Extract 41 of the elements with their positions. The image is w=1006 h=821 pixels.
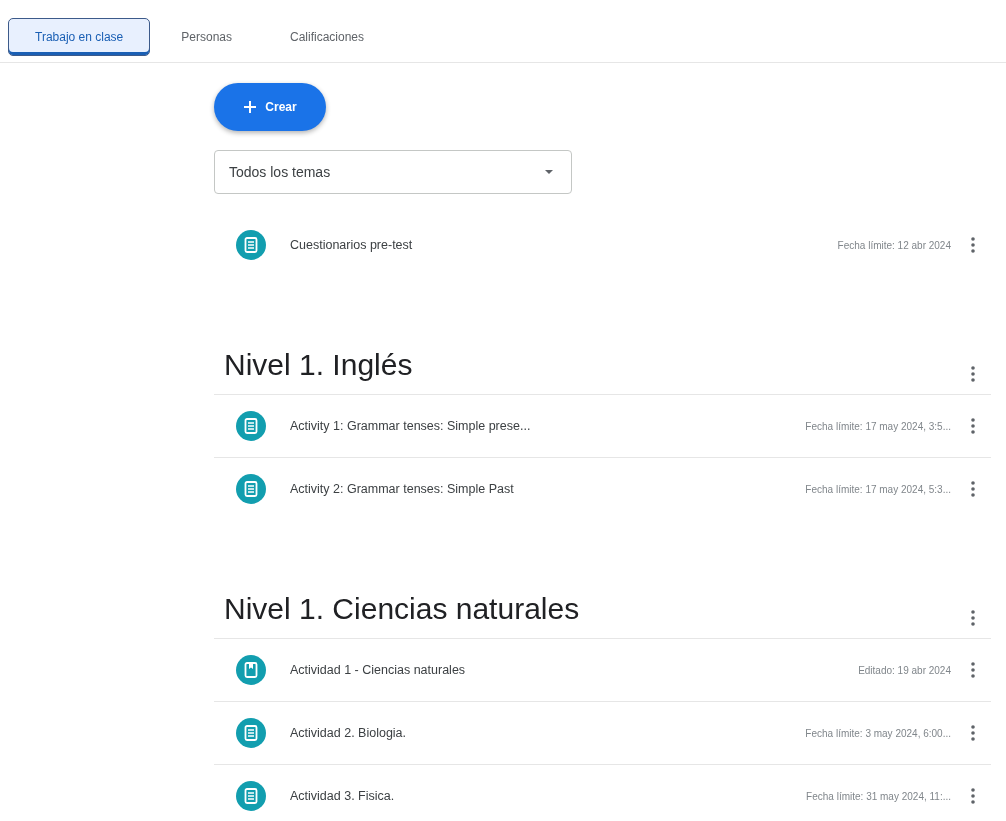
tab[interactable]: Calificaciones: [263, 18, 392, 56]
topic-dropdown[interactable]: Todos los temas: [214, 150, 572, 194]
classwork-item[interactable]: Activity 1: Grammar tenses: Simple prese... Fecha límite: 17 may 2024, 3:5...: [214, 394, 991, 457]
classwork-item[interactable]: Actividad 3. Fisica. Fecha límite: 31 may 2024, 11:...: [214, 764, 991, 821]
book-icon: [236, 655, 266, 685]
item-date: Fecha límite: 12 abr 2024: [837, 239, 951, 251]
classwork-item[interactable]: Actividad 2. Biologia. Fecha límite: 3 may 2024, 6:00...: [214, 701, 991, 764]
more-icon[interactable]: [971, 366, 975, 382]
item-title: Actividad 3. Fisica.: [290, 789, 396, 803]
more-icon[interactable]: [971, 237, 975, 253]
more-icon[interactable]: [971, 788, 975, 804]
item-date: Editado: 19 abr 2024: [858, 664, 951, 676]
more-icon[interactable]: [971, 481, 975, 497]
item-title: Activity 1: Grammar tenses: Simple prese...: [290, 419, 532, 433]
assignment-icon: [236, 230, 266, 260]
item-title: Actividad 2. Biologia.: [290, 726, 408, 740]
item-date: Fecha límite: 17 may 2024, 3:5...: [805, 420, 951, 432]
assignment-icon: [236, 411, 266, 441]
item-title: Activity 2: Grammar tenses: Simple Past: [290, 482, 515, 496]
assignment-icon: [236, 781, 266, 811]
more-icon[interactable]: [971, 662, 975, 678]
item-title: Cuestionarios pre-test: [290, 238, 414, 252]
item-date: Fecha límite: 3 may 2024, 6:00...: [805, 727, 951, 739]
assignment-icon: [236, 474, 266, 504]
tab[interactable]: Trabajo en clase: [8, 18, 151, 56]
plus-icon: [243, 100, 258, 114]
caret-icon: [545, 170, 553, 174]
classwork-item[interactable]: Activity 2: Grammar tenses: Simple Past Fecha límite: 17 may 2024, 5:3...: [214, 457, 991, 520]
topic-title: Nivel 1. Inglés: [224, 348, 413, 382]
classwork-item[interactable]: Actividad 1 - Ciencias naturales Editado: 19 abr 2024: [214, 638, 991, 701]
create-button[interactable]: Crear: [214, 83, 326, 131]
more-icon[interactable]: [971, 418, 975, 434]
tab[interactable]: Personas: [154, 18, 259, 56]
item-title: Actividad 1 - Ciencias naturales: [290, 663, 467, 677]
item-date: Fecha límite: 31 may 2024, 11:...: [806, 790, 951, 802]
more-icon[interactable]: [971, 610, 975, 626]
item-date: Fecha límite: 17 may 2024, 5:3...: [805, 483, 951, 495]
topic-title: Nivel 1. Ciencias naturales: [224, 592, 580, 626]
more-icon[interactable]: [971, 725, 975, 741]
classwork-item[interactable]: Cuestionarios pre-test Fecha límite: 12 abr 2024: [214, 214, 991, 276]
assignment-icon: [236, 718, 266, 748]
